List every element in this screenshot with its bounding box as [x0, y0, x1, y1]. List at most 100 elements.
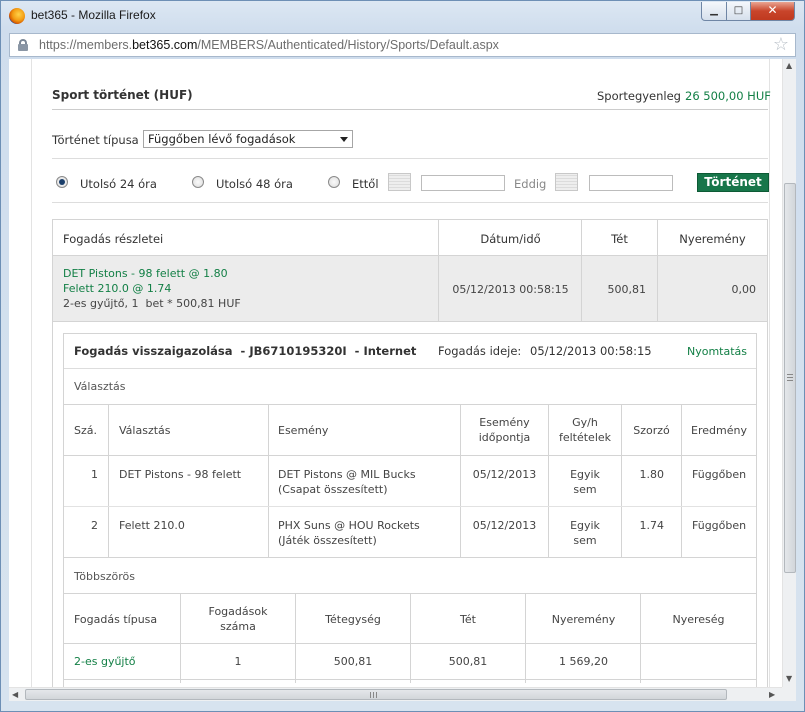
- history-button[interactable]: Történet: [697, 173, 769, 192]
- bet-summary-row[interactable]: DET Pistons - 98 felett @ 1.80 Felett 21…: [53, 256, 767, 322]
- sel-2-cond-2: sem: [573, 534, 597, 547]
- bet-line-2[interactable]: Felett 210.0 @ 1.74: [63, 281, 171, 296]
- bets-table-header: Fogadás részletei Dátum/idő Tét Nyeremén…: [53, 220, 767, 256]
- sel-2-date: 05/12/2013: [472, 519, 537, 532]
- sel-2-odds: 1.74: [639, 519, 665, 532]
- page-title: Sport történet (HUF): [52, 88, 193, 102]
- bet-confirmation-panel: Fogadás visszaigazolása - JB6710195320I …: [63, 333, 757, 687]
- title-divider: [52, 109, 768, 110]
- radio-last-24h-label: Utolsó 24 óra: [80, 177, 157, 191]
- close-button[interactable]: ✕: [750, 2, 795, 21]
- sel-col-event-time-1: Esemény: [479, 416, 530, 429]
- vertical-scroll-thumb[interactable]: [784, 183, 796, 573]
- mult-col-stake: Tét: [460, 613, 476, 626]
- scroll-up-icon[interactable]: ▲: [786, 61, 792, 70]
- balance-value: 26 500,00 HUF: [685, 89, 771, 103]
- multiple-section-label: Többszörös: [74, 570, 135, 583]
- sel-1-event-1: DET Pistons @ MIL Bucks: [278, 468, 416, 481]
- bookmark-star-icon[interactable]: ☆: [773, 35, 789, 55]
- sel-col-cond-1: Gy/h: [572, 416, 598, 429]
- radio-from-label: Ettől: [352, 177, 379, 191]
- url-prefix: https://members.: [39, 38, 133, 52]
- sel-col-event-time-2: időpontja: [478, 431, 531, 444]
- confirmation-title: Fogadás visszaigazolása - JB6710195320I …: [74, 344, 417, 358]
- sel-2-num: 2: [91, 519, 98, 532]
- window-title: bet365 - Mozilla Firefox: [31, 8, 156, 22]
- mult-count: 1: [234, 655, 242, 668]
- mult-col-count-1: Fogadások: [208, 605, 268, 618]
- chevron-down-icon: [340, 137, 348, 142]
- scroll-left-icon[interactable]: ◀: [12, 690, 18, 699]
- url-text[interactable]: https://members.bet365.com/MEMBERS/Authe…: [39, 38, 499, 52]
- sel-1-odds: 1.80: [639, 468, 665, 481]
- sel-1-cond-2: sem: [573, 483, 597, 496]
- col-winnings: Nyeremény: [679, 232, 746, 246]
- sel-1-date: 05/12/2013: [472, 468, 537, 481]
- until-label: Eddig: [514, 177, 547, 191]
- mult-type[interactable]: 2-es gyűjtő: [74, 654, 136, 669]
- address-bar[interactable]: https://members.bet365.com/MEMBERS/Authe…: [9, 33, 796, 57]
- radio-from[interactable]: [328, 176, 340, 188]
- sel-1-num: 1: [91, 468, 98, 481]
- history-type-select[interactable]: Függőben lévő fogadások: [143, 130, 353, 148]
- calendar-from-icon[interactable]: [388, 173, 411, 191]
- minimize-button[interactable]: ▁: [701, 2, 727, 21]
- selection-section-label: Választás: [74, 380, 126, 393]
- sel-col-odds: Szorzó: [633, 424, 670, 437]
- sel-2-result: Függőben: [692, 519, 747, 532]
- mult-stake: 500,81: [448, 655, 488, 668]
- radio-last-24h[interactable]: [56, 176, 68, 188]
- sel-2-cond-1: Egyik: [570, 519, 600, 532]
- mult-unit: 500,81: [333, 655, 373, 668]
- scrollbar-corner: [782, 687, 796, 701]
- horizontal-scroll-thumb[interactable]: [25, 689, 727, 700]
- vertical-scrollbar[interactable]: ▲ ▼: [782, 59, 796, 687]
- mult-col-count-2: száma: [220, 620, 256, 633]
- horizontal-scrollbar[interactable]: ◀ ▶: [9, 687, 782, 701]
- mult-col-winnings: Nyeremény: [551, 613, 616, 626]
- print-link[interactable]: Nyomtatás: [687, 345, 747, 358]
- title-bar[interactable]: bet365 - Mozilla Firefox ▁ □ ✕: [1, 1, 804, 31]
- bet-line-3: 2-es gyűjtő, 1 bet * 500,81 HUF: [63, 297, 241, 310]
- sel-2-selection: Felett 210.0: [119, 519, 185, 532]
- bet-line-1[interactable]: DET Pistons - 98 felett @ 1.80: [63, 266, 228, 281]
- scroll-down-icon[interactable]: ▼: [786, 674, 792, 683]
- sel-col-cond-2: feltételek: [558, 431, 612, 444]
- maximize-button[interactable]: □: [726, 2, 751, 21]
- bet-time-label: Fogadás ideje:: [438, 344, 522, 358]
- date-from-input[interactable]: [421, 175, 505, 191]
- browser-window: bet365 - Mozilla Firefox ▁ □ ✕ https://m…: [0, 0, 805, 712]
- url-path: /MEMBERS/Authenticated/History/Sports/De…: [197, 38, 499, 52]
- lock-icon: [18, 39, 28, 51]
- history-type-value: Függőben lévő fogadások: [148, 132, 296, 146]
- col-stake: Tét: [611, 232, 628, 246]
- sel-col-result: Eredmény: [691, 424, 747, 437]
- sel-1-cond-1: Egyik: [570, 468, 600, 481]
- col-bet-details: Fogadás részletei: [63, 232, 164, 246]
- mult-col-type: Fogadás típusa: [74, 613, 158, 626]
- calendar-until-icon[interactable]: [555, 173, 578, 191]
- firefox-icon: [9, 8, 25, 24]
- scroll-right-icon[interactable]: ▶: [769, 690, 775, 699]
- sel-1-selection: DET Pistons - 98 felett: [119, 468, 242, 481]
- sel-1-result: Függőben: [692, 468, 747, 481]
- radio-last-48h[interactable]: [192, 176, 204, 188]
- bet-stake: 500,81: [607, 283, 647, 296]
- balance-label: Sportegyenleg: [597, 89, 681, 103]
- bet-time-value: 05/12/2013 00:58:15: [530, 344, 652, 358]
- bet-datetime: 05/12/2013 00:58:15: [452, 283, 569, 296]
- mult-col-profit: Nyereség: [672, 613, 725, 626]
- date-until-input[interactable]: [589, 175, 673, 191]
- radio-divider: [52, 202, 768, 203]
- sel-col-num: Szá.: [74, 424, 97, 437]
- sel-col-event: Esemény: [278, 424, 329, 437]
- col-datetime: Dátum/idő: [480, 232, 541, 246]
- filter-divider: [52, 158, 768, 159]
- history-type-label: Történet típusa: [52, 133, 139, 147]
- bet-winnings: 0,00: [731, 283, 757, 296]
- sel-2-event-2: (Játék összesített): [278, 534, 377, 547]
- url-domain: bet365.com: [132, 38, 198, 52]
- sel-1-event-2: (Csapat összesített): [278, 483, 388, 496]
- bets-table: Fogadás részletei Dátum/idő Tét Nyeremén…: [52, 219, 768, 687]
- sel-2-event-1: PHX Suns @ HOU Rockets: [278, 519, 420, 532]
